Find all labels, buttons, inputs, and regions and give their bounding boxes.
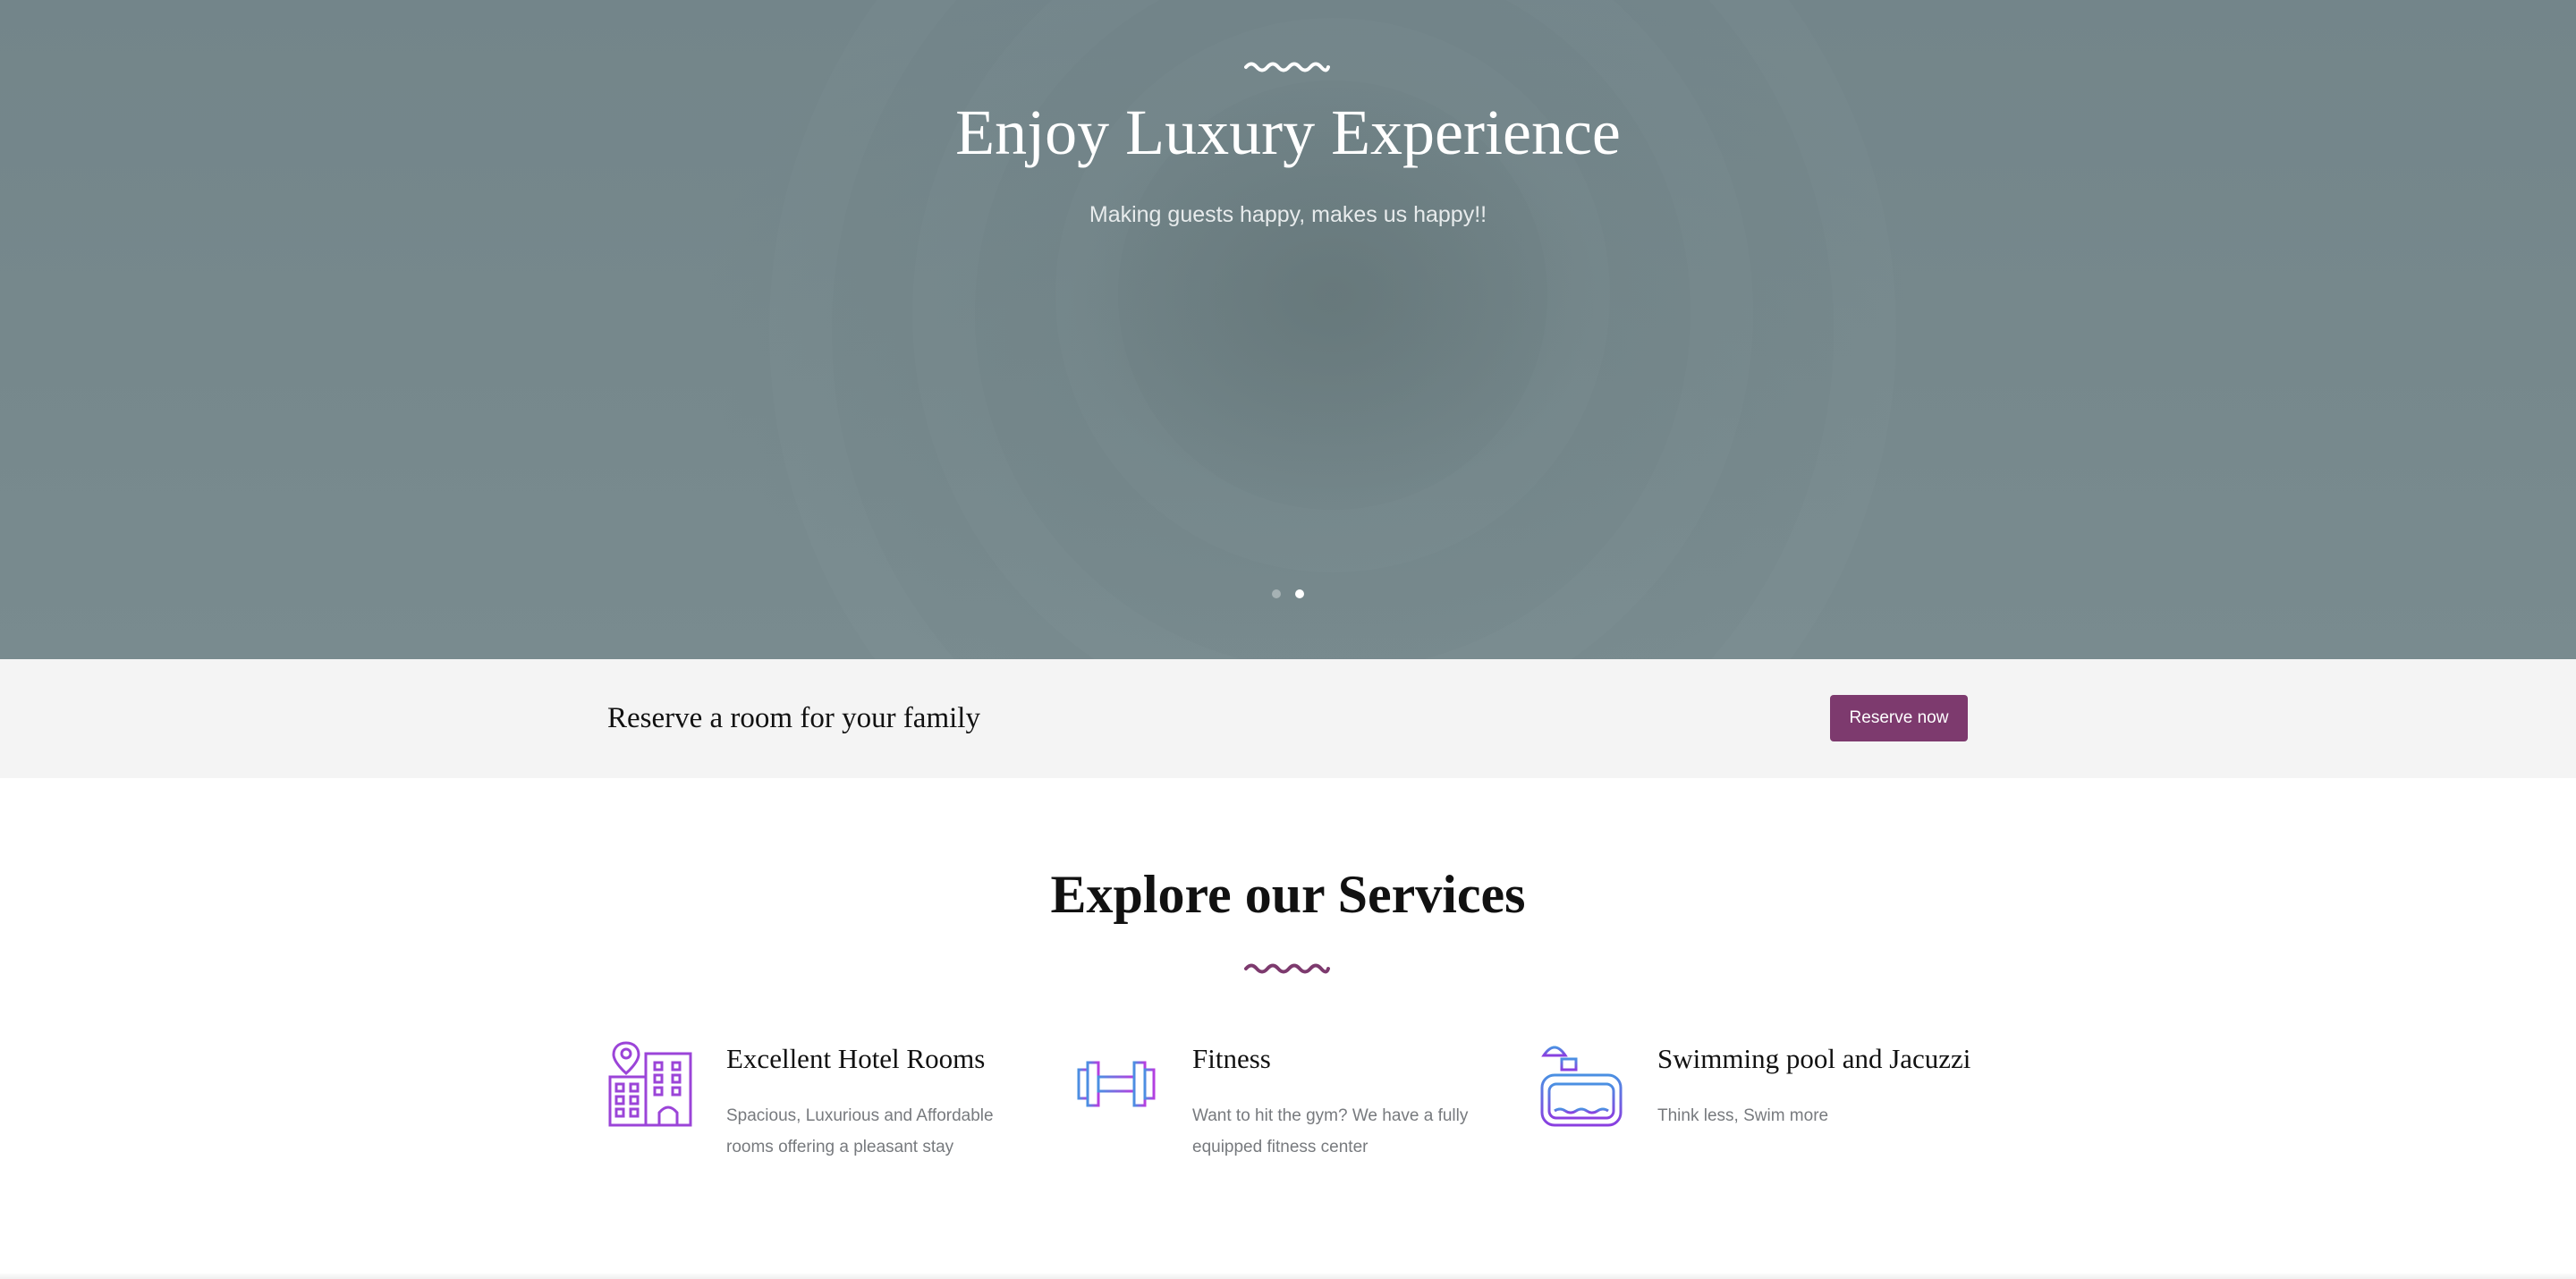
carousel-dot-1[interactable] bbox=[1272, 589, 1281, 598]
section-divider bbox=[0, 1274, 2576, 1279]
service-description: Spacious, Luxurious and Affordable rooms… bbox=[726, 1106, 994, 1156]
service-title: Swimming pool and Jacuzzi bbox=[1657, 1043, 1971, 1074]
dumbbell-icon bbox=[1075, 1061, 1157, 1107]
reserve-text: Reserve a room for your family bbox=[607, 702, 980, 734]
wave-divider-icon bbox=[1244, 62, 1330, 72]
carousel-indicators bbox=[1272, 589, 1304, 598]
reserve-bar: Reserve a room for your family Reserve n… bbox=[0, 659, 2576, 778]
hero-subtitle: Making guests happy, makes us happy!! bbox=[1089, 202, 1487, 227]
service-card-swimming-pool: Swimming pool and Jacuzzi Think less, Sw… bbox=[1538, 1039, 1970, 1165]
swimming-pool-icon bbox=[1540, 1046, 1623, 1127]
carousel-dot-2[interactable] bbox=[1295, 589, 1304, 598]
service-card-fitness: Fitness Want to hit the gym? We have a f… bbox=[1073, 1039, 1494, 1165]
service-title: Fitness bbox=[1192, 1043, 1271, 1074]
reserve-now-button[interactable]: Reserve now bbox=[1830, 695, 1968, 741]
service-card-hotel-rooms: Excellent Hotel Rooms Spacious, Luxuriou… bbox=[607, 1039, 1028, 1165]
service-description: Want to hit the gym? We have a fully equ… bbox=[1192, 1106, 1469, 1156]
hero-title: Enjoy Luxury Experience bbox=[955, 97, 1621, 168]
hotel-building-icon bbox=[608, 1041, 692, 1127]
service-title: Excellent Hotel Rooms bbox=[726, 1043, 986, 1074]
service-description: Think less, Swim more bbox=[1657, 1106, 1829, 1125]
wave-divider-icon bbox=[1244, 963, 1330, 974]
hero-banner: Enjoy Luxury Experience Making guests ha… bbox=[0, 0, 2576, 659]
services-heading: Explore our Services bbox=[1050, 865, 1526, 924]
